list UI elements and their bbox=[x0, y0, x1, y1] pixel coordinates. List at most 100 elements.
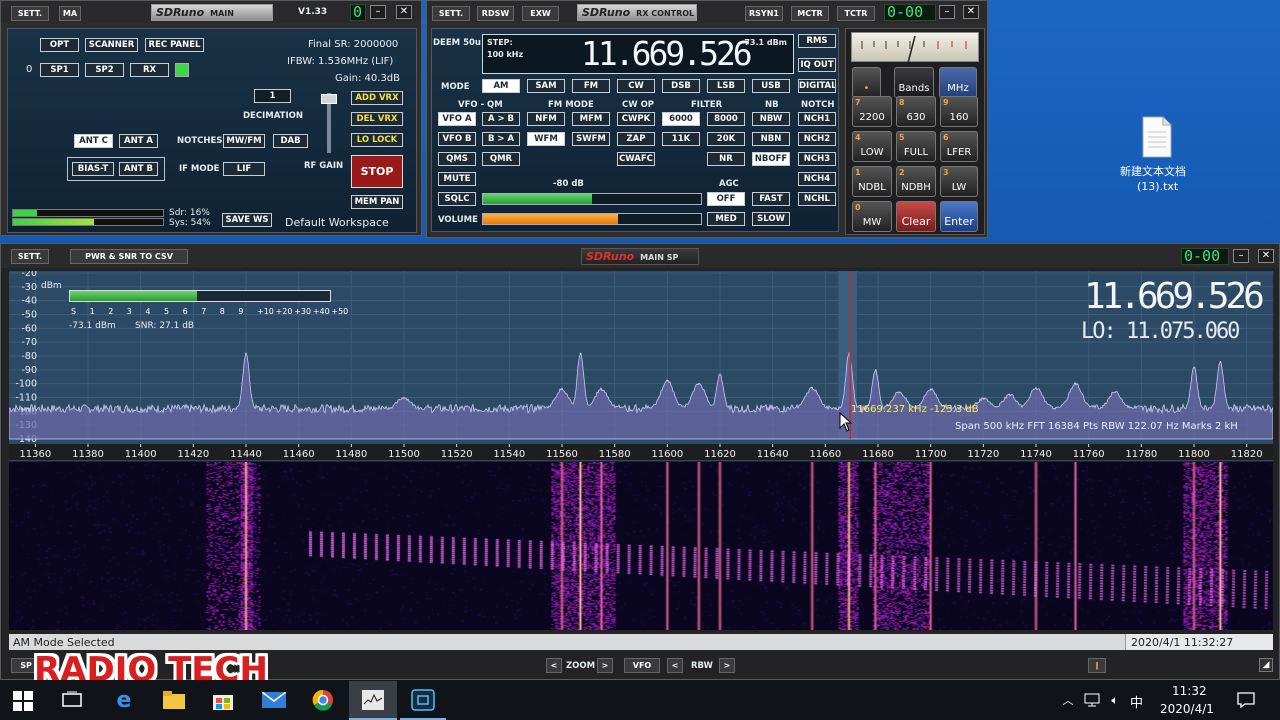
edge-browser-icon[interactable]: e bbox=[111, 688, 137, 713]
mode-sam-button[interactable]: SAM bbox=[527, 79, 565, 93]
desktop-file-name-line1[interactable]: 新建文本文档 bbox=[1120, 163, 1186, 179]
nch3-button[interactable]: NCH3 bbox=[798, 152, 836, 166]
rx-minimize-icon[interactable]: – bbox=[939, 5, 955, 19]
filter-8000-button[interactable]: 8000 bbox=[707, 112, 745, 126]
rbw-left-button[interactable]: < bbox=[667, 658, 683, 673]
key-4[interactable]: 4 LOW bbox=[852, 131, 892, 162]
file-explorer-icon[interactable] bbox=[161, 689, 187, 711]
volume-slider[interactable] bbox=[482, 213, 702, 225]
ma-button[interactable]: MA bbox=[59, 6, 81, 21]
network-icon[interactable] bbox=[1083, 692, 1101, 708]
nch1-button[interactable]: NCH1 bbox=[798, 112, 836, 126]
vfo-a-button[interactable]: VFO A bbox=[438, 112, 476, 126]
tray-chevron-icon[interactable]: ︿ bbox=[1060, 692, 1076, 708]
key-6[interactable]: 6 LFER bbox=[940, 131, 978, 162]
sp1-button[interactable]: SP1 bbox=[40, 63, 79, 77]
text-file-icon[interactable] bbox=[1141, 116, 1173, 158]
vfo-button[interactable]: VFO bbox=[624, 658, 660, 673]
mode-lsb-button[interactable]: LSB bbox=[707, 79, 745, 93]
dab-button[interactable]: DAB bbox=[273, 134, 308, 148]
screen-capture-icon[interactable] bbox=[410, 688, 436, 712]
key-8[interactable]: 8 630 bbox=[896, 96, 936, 127]
clear-key[interactable]: Clear bbox=[896, 201, 936, 232]
tctr-button[interactable]: TCTR bbox=[837, 6, 875, 21]
rec-panel-button[interactable]: REC PANEL bbox=[145, 38, 204, 52]
rx-button[interactable]: RX bbox=[130, 63, 169, 77]
rbw-right-button[interactable]: > bbox=[719, 658, 735, 673]
nch2-button[interactable]: NCH2 bbox=[798, 132, 836, 146]
nchl-button[interactable]: NCHL bbox=[798, 192, 836, 206]
waterfall-display[interactable] bbox=[9, 462, 1273, 630]
squelch-slider[interactable] bbox=[482, 193, 702, 205]
a-to-b-button[interactable]: A > B bbox=[482, 112, 520, 126]
lif-button[interactable]: LIF bbox=[223, 162, 265, 176]
iq-out-button[interactable]: IQ OUT bbox=[798, 58, 836, 72]
digital-button[interactable]: DIGITAL bbox=[798, 79, 836, 93]
bands-key[interactable]: Bands bbox=[894, 67, 934, 98]
mwfm-button[interactable]: MW/FM bbox=[223, 134, 265, 148]
agc-slow-button[interactable]: SLOW bbox=[752, 212, 790, 226]
nboff-button[interactable]: NBOFF bbox=[752, 152, 790, 166]
taskbar-time[interactable]: 11:32 bbox=[1172, 684, 1207, 698]
nr-button[interactable]: NR bbox=[707, 152, 745, 166]
agc-off-button[interactable]: OFF bbox=[707, 192, 745, 206]
nfm-button[interactable]: NFM bbox=[527, 112, 565, 126]
b-to-a-button[interactable]: B > A bbox=[482, 132, 520, 146]
key-9[interactable]: 9 160 bbox=[940, 96, 978, 127]
main-minimize-icon[interactable]: – bbox=[370, 5, 386, 19]
lo-lock-button[interactable]: LO LOCK bbox=[351, 133, 403, 147]
filter-20k-button[interactable]: 20K bbox=[707, 132, 745, 146]
add-vrx-button[interactable]: ADD VRX bbox=[351, 91, 403, 105]
desktop-file-name-line2[interactable]: (13).txt bbox=[1137, 180, 1178, 193]
ant-c-button[interactable]: ANT C bbox=[74, 134, 113, 148]
chrome-icon[interactable] bbox=[311, 688, 335, 712]
mctr-button[interactable]: MCTR bbox=[791, 6, 829, 21]
resize-grip-icon[interactable]: ◢ bbox=[1259, 658, 1273, 672]
rf-gain-slider-handle[interactable] bbox=[321, 94, 337, 104]
mail-icon[interactable] bbox=[261, 690, 287, 710]
key-dot[interactable]: • bbox=[852, 67, 881, 98]
mode-usb-button[interactable]: USB bbox=[752, 79, 790, 93]
key-7[interactable]: 7 2200 bbox=[852, 96, 892, 127]
main-close-icon[interactable]: ✕ bbox=[396, 5, 412, 19]
volume-icon[interactable]: 🔈︎ bbox=[1106, 692, 1124, 708]
exw-button[interactable]: EXW bbox=[522, 6, 559, 21]
sp-sett-button[interactable]: SETT. bbox=[11, 249, 49, 264]
rms-button[interactable]: RMS bbox=[798, 34, 836, 48]
sdruno-app-icon[interactable] bbox=[361, 689, 385, 711]
mode-am-button[interactable]: AM bbox=[482, 79, 520, 93]
agc-med-button[interactable]: MED bbox=[707, 212, 745, 226]
rx-close-icon[interactable]: ✕ bbox=[963, 5, 979, 19]
rsyn1-button[interactable]: RSYN1 bbox=[745, 6, 783, 21]
windows-start-icon[interactable] bbox=[12, 690, 34, 712]
mem-pan-button[interactable]: MEM PAN bbox=[351, 195, 403, 209]
key-0[interactable]: 0 MW bbox=[852, 201, 892, 232]
mute-button[interactable]: MUTE bbox=[438, 172, 476, 186]
cwpk-button[interactable]: CWPK bbox=[617, 112, 655, 126]
nbn-button[interactable]: NBN bbox=[752, 132, 790, 146]
zap-button[interactable]: ZAP bbox=[617, 132, 655, 146]
mode-cw-button[interactable]: CW bbox=[617, 79, 655, 93]
task-view-icon[interactable] bbox=[60, 689, 84, 711]
bias-t-button[interactable]: BIAS-T bbox=[72, 162, 114, 176]
zoom-right-button[interactable]: > bbox=[597, 658, 613, 673]
mode-dsb-button[interactable]: DSB bbox=[662, 79, 700, 93]
sp2-button[interactable]: SP2 bbox=[85, 63, 124, 77]
ime-indicator[interactable]: 中 bbox=[1130, 692, 1143, 711]
key-5[interactable]: 5 FULL bbox=[896, 131, 936, 162]
key-2[interactable]: 2 NDBH bbox=[896, 166, 936, 197]
enter-key[interactable]: Enter bbox=[940, 201, 978, 232]
scanner-button[interactable]: SCANNER bbox=[85, 38, 138, 52]
del-vrx-button[interactable]: DEL VRX bbox=[351, 112, 403, 126]
stop-button[interactable]: STOP bbox=[351, 155, 403, 188]
key-3[interactable]: 3 LW bbox=[940, 166, 978, 197]
swfm-button[interactable]: SWFM bbox=[572, 132, 610, 146]
sqlc-button[interactable]: SQLC bbox=[438, 192, 476, 206]
filter-11k-button[interactable]: 11K bbox=[662, 132, 700, 146]
ant-a-button[interactable]: ANT A bbox=[119, 134, 158, 148]
nbw-button[interactable]: NBW bbox=[752, 112, 790, 126]
marker-button[interactable]: ǀ bbox=[1088, 658, 1106, 673]
zoom-left-button[interactable]: < bbox=[546, 658, 562, 673]
notification-icon[interactable] bbox=[1236, 690, 1256, 710]
filter-6000-button[interactable]: 6000 bbox=[662, 112, 700, 126]
